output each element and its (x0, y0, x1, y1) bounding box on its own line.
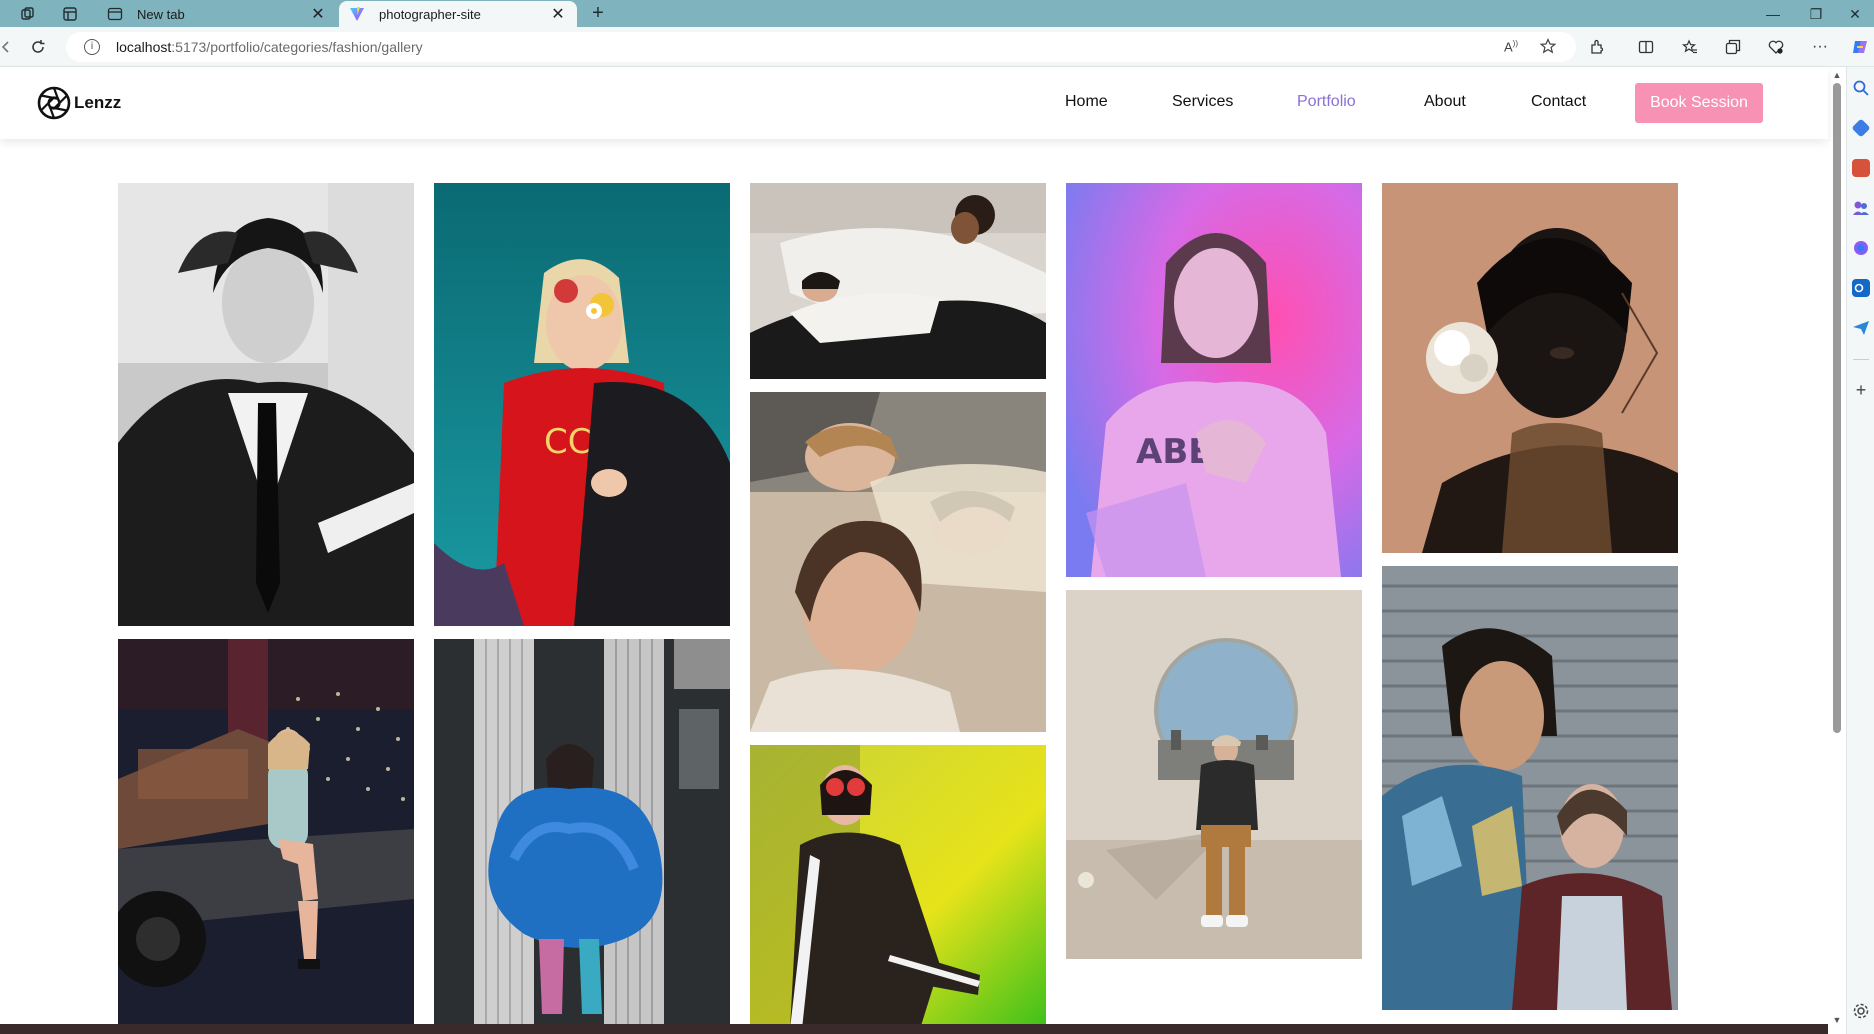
logo-text: Lenzz (74, 93, 122, 112)
favorite-star-icon[interactable] (1539, 37, 1557, 57)
site-logo[interactable]: Lenzz (36, 85, 121, 121)
photo-woman-black-white-suit-tie[interactable] (118, 183, 414, 626)
photo-woman-neon-pink-light[interactable]: ABE (1066, 183, 1362, 577)
nav-services[interactable]: Services (1172, 93, 1233, 111)
page-scrollbar[interactable]: ▲ ▼ (1828, 67, 1846, 1030)
photo-group-lying-on-bed[interactable] (750, 392, 1046, 732)
tab-new-tab[interactable]: New tab ✕ (97, 1, 337, 27)
sidebar-divider (1853, 359, 1869, 360)
search-icon[interactable] (1852, 79, 1870, 97)
nav-contact[interactable]: Contact (1531, 93, 1586, 111)
site-info-icon[interactable]: i (84, 39, 100, 55)
people-icon[interactable] (1852, 199, 1870, 217)
new-tab-plus-icon[interactable]: + (585, 2, 611, 26)
photo-woman-red-glasses-green-background[interactable] (750, 745, 1046, 1024)
nav-home[interactable]: Home (1065, 93, 1108, 111)
scroll-up-arrow-icon[interactable]: ▲ (1831, 70, 1843, 82)
nav-portfolio[interactable]: Portfolio (1297, 93, 1356, 111)
browser-toolbar: i localhost:5173/portfolio/categories/fa… (0, 27, 1874, 67)
camera-aperture-logo-icon (37, 86, 71, 120)
scroll-down-arrow-icon[interactable]: ▼ (1831, 1015, 1843, 1027)
shopping-tag-icon[interactable] (1851, 118, 1871, 138)
sidebar-settings-gear-icon[interactable] (1852, 1002, 1870, 1020)
favorites-icon[interactable] (1676, 33, 1704, 61)
photo-man-sitting-circular-window[interactable] (1066, 590, 1362, 959)
new-tab-page-icon (107, 6, 123, 22)
copilot-icon[interactable] (1846, 33, 1874, 61)
tab-title: photographer-site (379, 6, 481, 22)
tab-photographer-site[interactable]: photographer-site ✕ (339, 1, 577, 27)
url-host: localhost (116, 39, 172, 55)
refresh-icon[interactable] (24, 33, 52, 61)
close-window-icon[interactable]: ✕ (1832, 2, 1874, 26)
collections-icon[interactable] (1719, 33, 1747, 61)
workspaces-icon[interactable] (16, 3, 40, 25)
read-aloud-icon[interactable]: A)) (1504, 39, 1518, 54)
fashion-gallery: CCR ABE (0, 139, 1828, 1024)
extensions-icon[interactable] (1583, 33, 1611, 61)
vite-favicon-icon (349, 6, 365, 22)
browser-tab-bar: New tab ✕ photographer-site ✕ + — ❐ ✕ (0, 0, 1874, 27)
edge-sidebar: + (1846, 67, 1874, 1034)
nav-about[interactable]: About (1424, 93, 1466, 111)
tab-actions-icon[interactable] (58, 3, 82, 25)
outlook-icon[interactable] (1852, 279, 1870, 297)
split-screen-icon[interactable] (1632, 33, 1660, 61)
copilot-app-icon[interactable] (1852, 239, 1870, 257)
address-bar-actions: A)) (1504, 32, 1557, 62)
tab-title: New tab (137, 6, 185, 22)
back-arrow-icon[interactable] (0, 33, 20, 61)
page-bottom-edge (0, 1024, 1828, 1034)
book-session-button[interactable]: Book Session (1635, 83, 1763, 123)
minimize-window-icon[interactable]: — (1750, 2, 1796, 26)
site-header: Lenzz Home Services Portfolio About Cont… (0, 67, 1828, 139)
close-tab-icon[interactable]: ✕ (309, 4, 327, 24)
photo-two-women-white-outfits-lying[interactable] (750, 183, 1046, 379)
send-paper-plane-icon[interactable] (1852, 319, 1870, 337)
photo-blonde-woman-heart-sunglasses-teal-sky[interactable]: CCR (434, 183, 730, 626)
more-options-icon[interactable]: ··· (1806, 33, 1834, 61)
photo-two-people-corrugated-wall[interactable] (1382, 566, 1678, 1010)
tools-briefcase-icon[interactable] (1852, 159, 1870, 177)
performance-heart-icon[interactable] (1762, 33, 1790, 61)
photo-woman-white-flower-earring[interactable] (1382, 183, 1678, 553)
address-bar[interactable]: i localhost:5173/portfolio/categories/fa… (66, 32, 1576, 62)
close-tab-icon[interactable]: ✕ (549, 4, 567, 24)
url-path: :5173/portfolio/categories/fashion/galle… (171, 39, 423, 55)
photo-woman-blue-tulle-dress-columns[interactable] (434, 639, 730, 1024)
scrollbar-thumb[interactable] (1833, 83, 1841, 733)
add-app-plus-icon[interactable]: + (1852, 381, 1870, 399)
photo-woman-sitting-truck-city-lights[interactable] (118, 639, 414, 1024)
